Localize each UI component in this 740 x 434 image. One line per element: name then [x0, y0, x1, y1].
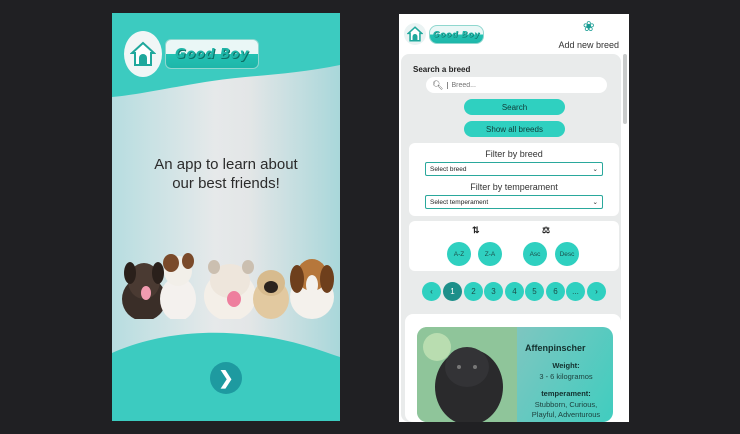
home-button[interactable]	[404, 23, 426, 45]
filters-card: Filter by breed Select breed ⌄ Filter by…	[409, 143, 619, 216]
filter-breed-label: Filter by breed	[485, 149, 543, 159]
chevron-left-icon: ‹	[430, 287, 433, 296]
weight-label: Weight:	[552, 361, 580, 370]
page-button-4[interactable]: 4	[505, 282, 524, 301]
show-all-breeds-button[interactable]: Show all breeds	[464, 121, 565, 137]
doghouse-icon	[130, 41, 156, 66]
sort-az-button[interactable]: A-Z	[447, 242, 471, 266]
filter-temperament-label: Filter by temperament	[470, 182, 558, 192]
breed-select-value: Select breed	[430, 165, 467, 173]
add-breed-link[interactable]: ❀ Add new breed	[558, 18, 619, 50]
paw-icon: ❀	[582, 18, 595, 34]
weight-icon: ⚖	[542, 225, 551, 235]
search-button[interactable]: Search	[464, 99, 565, 115]
page-button-1[interactable]: 1	[443, 282, 462, 301]
main-content: Search a breed 🔍︎ Search Show all breeds…	[401, 54, 621, 422]
scrollbar[interactable]	[623, 54, 627, 124]
brand-logo-pill[interactable]: Good Boy	[429, 25, 484, 44]
sort-desc-button[interactable]: Desc	[555, 242, 579, 266]
chevron-down-icon: ⌄	[592, 199, 598, 206]
app-screen: Good Boy ❀ Add new breed Search a breed …	[399, 14, 629, 422]
search-title: Search a breed	[413, 65, 471, 74]
page-button-5[interactable]: 5	[525, 282, 544, 301]
chevron-down-icon: ⌄	[592, 166, 598, 173]
next-button[interactable]: ❯	[210, 362, 242, 394]
temperament-select-value: Select temperament	[430, 198, 489, 206]
brand-name: Good Boy	[433, 30, 480, 39]
prev-page-button[interactable]: ‹	[422, 282, 441, 301]
page-button-ellipsis[interactable]: ...	[566, 282, 585, 301]
page-button-2[interactable]: 2	[464, 282, 483, 301]
chevron-right-icon: ❯	[218, 367, 234, 388]
temperament-select[interactable]: Select temperament ⌄	[425, 195, 603, 209]
sort-asc-button[interactable]: Asc	[523, 242, 547, 266]
tagline-line-2: our best friends!	[172, 175, 280, 192]
breed-card-inner: Affenpinscher Weight: 3 - 6 kilogramos t…	[417, 327, 613, 422]
search-input[interactable]	[447, 81, 588, 89]
search-icon: 🔍︎	[432, 79, 444, 90]
temperament-value-line-1: Stubborn, Curious,	[534, 400, 598, 409]
app-header: Good Boy ❀ Add new breed	[399, 14, 629, 54]
sort-card: ⇅ ⚖ A-Z Z-A Asc Desc	[409, 221, 619, 271]
brand-name: Good Boy	[175, 46, 249, 62]
tagline-line-1: An app to learn about	[154, 156, 298, 173]
doghouse-icon	[407, 26, 423, 42]
sort-za-button[interactable]: Z-A	[478, 242, 502, 266]
sort-alpha-icon: ⇅	[472, 225, 480, 235]
weight-value: 3 - 6 kilogramos	[539, 372, 593, 381]
breed-select[interactable]: Select breed ⌄	[425, 162, 603, 176]
breed-card[interactable]: Affenpinscher Weight: 3 - 6 kilogramos t…	[405, 314, 621, 422]
add-breed-label: Add new breed	[558, 40, 619, 50]
dogs-image	[122, 253, 334, 319]
next-page-button[interactable]: ›	[587, 282, 606, 301]
tagline: An app to learn about our best friends!	[112, 155, 340, 193]
chevron-right-icon: ›	[595, 287, 598, 296]
temperament-label: temperament:	[541, 389, 591, 398]
page-button-6[interactable]: 6	[546, 282, 565, 301]
breed-photo	[417, 327, 517, 422]
page-button-3[interactable]: 3	[484, 282, 503, 301]
temperament-value-line-2: Playful, Adventurous	[531, 410, 601, 419]
landing-screen: Good Boy An app to learn about our best …	[112, 13, 340, 421]
logo	[124, 31, 162, 77]
brand-logo-pill: Good Boy	[165, 39, 259, 69]
breed-name: Affenpinscher	[525, 343, 586, 353]
search-field[interactable]: 🔍︎	[426, 77, 607, 93]
